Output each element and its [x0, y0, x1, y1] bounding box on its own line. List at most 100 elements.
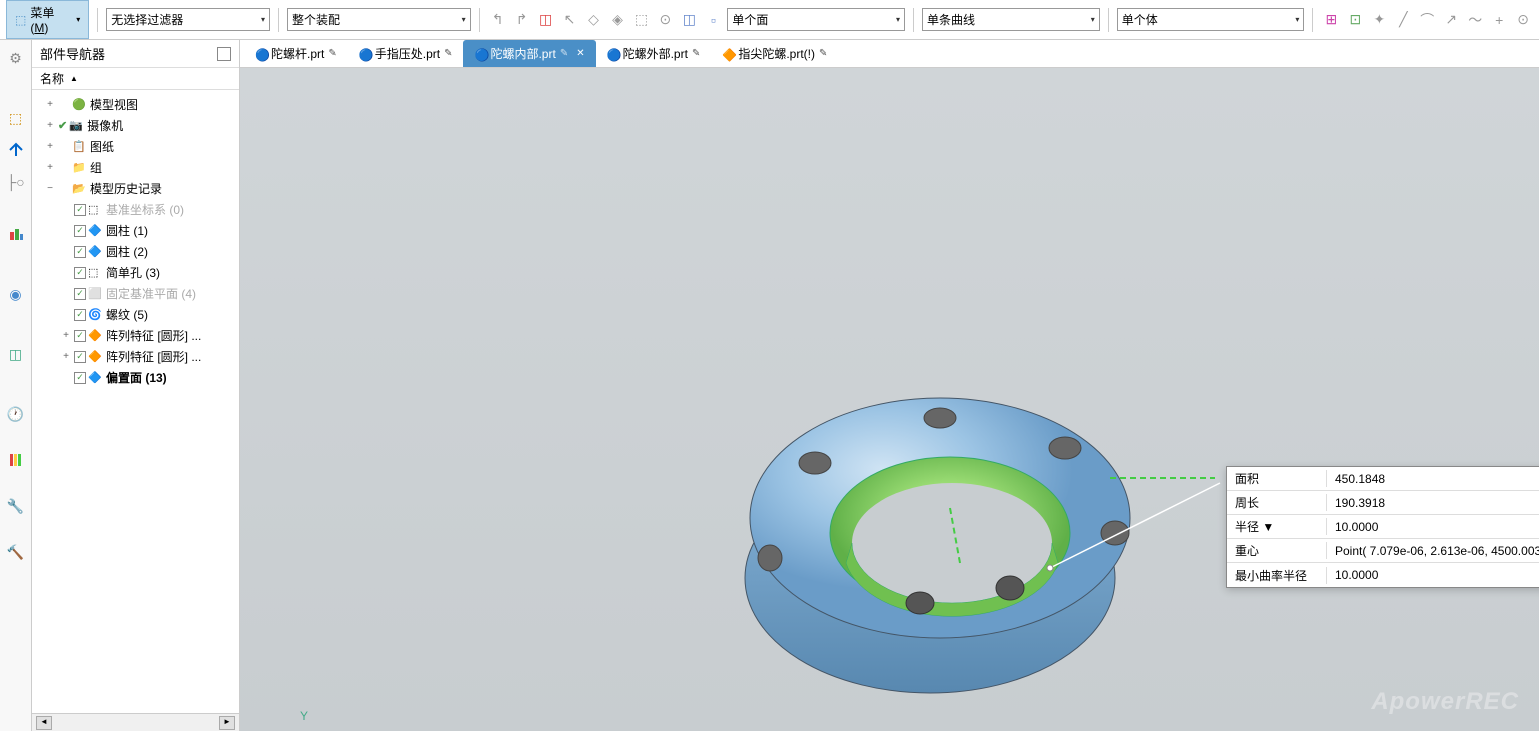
item-icon: 🔷: [88, 245, 102, 259]
tool-icon-3[interactable]: ◫: [536, 10, 556, 30]
settings-icon[interactable]: ⚙: [6, 48, 26, 68]
nav-icon-10[interactable]: 🔨: [6, 542, 26, 562]
face-dropdown[interactable]: 单个面 ▾: [727, 8, 905, 31]
nav-icon-1[interactable]: ⬚: [6, 108, 26, 128]
tab[interactable]: 🔵陀螺杆.prt✎: [244, 40, 348, 67]
tab-label: 手指压处.prt: [375, 45, 440, 62]
expand-icon[interactable]: +: [44, 162, 56, 173]
body-dropdown[interactable]: 单个体 ▾: [1117, 8, 1305, 31]
nav-icon-2[interactable]: [6, 140, 26, 160]
checkbox[interactable]: ✓: [74, 330, 86, 342]
navigator-panel: 部件导航器 名称 ▲ +🟢模型视图+✔📷摄像机+📋图纸+📁组−📂模型历史记录✓⬚…: [32, 40, 240, 731]
tool-icon-7[interactable]: ⬚: [631, 10, 651, 30]
tree-item[interactable]: ✓🔷 偏置面 (13): [32, 367, 239, 388]
tree-label: 阵列特征 [圆形] ...: [106, 327, 201, 344]
column-header[interactable]: 名称 ▲: [32, 68, 239, 90]
left-toolbar: ⚙ ⬚ ├○ ◉ ◫ 🕐 🔧 🔨: [0, 40, 32, 731]
tool-icon-2[interactable]: ↱: [512, 10, 532, 30]
viewport-3d[interactable]: 面积450.1848mm²⊞⇲周长190.3918mm⊞⇲半径 ▼10.0000…: [240, 68, 1539, 731]
tool-icon-9[interactable]: ◫: [679, 10, 699, 30]
sketch-icon-2[interactable]: ⊡: [1345, 10, 1365, 30]
assembly-dropdown[interactable]: 整个装配 ▾: [287, 8, 471, 31]
file-icon: 🔵: [607, 48, 619, 60]
sketch-icon-5[interactable]: ⌒: [1417, 10, 1437, 30]
tool-icon-8[interactable]: ⊙: [655, 10, 675, 30]
scroll-right[interactable]: ►: [219, 716, 235, 730]
tree-label: 螺纹 (5): [106, 306, 148, 323]
tool-icon-4[interactable]: ↖: [560, 10, 580, 30]
tab[interactable]: 🔶指尖陀螺.prt(!)✎: [711, 40, 838, 67]
tree-label: 圆柱 (2): [106, 243, 148, 260]
tree-label: 偏置面 (13): [106, 369, 167, 386]
sketch-icon-7[interactable]: 〜: [1465, 10, 1485, 30]
tree-item[interactable]: ✓🔷圆柱 (1): [32, 220, 239, 241]
expand-icon[interactable]: −: [44, 183, 56, 194]
checkbox[interactable]: ✓: [74, 267, 86, 279]
nav-icon-7[interactable]: 🕐: [6, 404, 26, 424]
divider: [97, 8, 98, 32]
tree-item[interactable]: + 📁 组: [32, 157, 239, 178]
nav-icon-5[interactable]: ◉: [6, 284, 26, 304]
tab[interactable]: 🔵手指压处.prt✎: [348, 40, 464, 67]
tool-icon-10[interactable]: ▫: [703, 10, 723, 30]
chevron-down-icon: ▾: [76, 15, 80, 24]
sketch-icon-6[interactable]: ↗: [1441, 10, 1461, 30]
tree-item[interactable]: ✓🌀螺纹 (5): [32, 304, 239, 325]
checkbox[interactable]: ✓: [74, 351, 86, 363]
tree-item[interactable]: +🟢模型视图: [32, 94, 239, 115]
check-icon: ✔: [58, 119, 67, 132]
checkbox[interactable]: ✓: [74, 225, 86, 237]
expand-icon[interactable]: +: [44, 120, 56, 131]
item-icon: 🔶: [88, 329, 102, 343]
close-icon[interactable]: ✕: [576, 48, 584, 59]
tree-item[interactable]: ✓🔷 圆柱 (2): [32, 241, 239, 262]
nav-icon-9[interactable]: 🔧: [6, 496, 26, 516]
tree-item[interactable]: ✓⬚基准坐标系 (0): [32, 199, 239, 220]
sketch-icon-4[interactable]: ╱: [1393, 10, 1413, 30]
menu-button[interactable]: ⬚ 菜单(M) ▾: [6, 0, 89, 39]
expand-icon[interactable]: +: [44, 99, 56, 110]
tool-icon-5[interactable]: ◇: [584, 10, 604, 30]
tool-icon-6[interactable]: ◈: [608, 10, 628, 30]
expand-icon[interactable]: +: [60, 330, 72, 341]
tree-item[interactable]: +✓🔶 阵列特征 [圆形] ...: [32, 325, 239, 346]
item-icon: 📂: [72, 182, 86, 196]
item-icon: 🔷: [88, 371, 102, 385]
tree-item[interactable]: −📂模型历史记录: [32, 178, 239, 199]
nav-icon-8[interactable]: [6, 450, 26, 470]
tree-label: 基准坐标系 (0): [106, 201, 184, 218]
tab[interactable]: 🔵陀螺内部.prt✎✕: [463, 40, 595, 67]
info-row: 半径 ▼10.0000mm⊞⇲: [1227, 515, 1539, 539]
sketch-icon-8[interactable]: +: [1489, 10, 1509, 30]
nav-icon-4[interactable]: [6, 224, 26, 244]
tree-item[interactable]: +✓🔶阵列特征 [圆形] ...: [32, 346, 239, 367]
tree-item[interactable]: +✔📷摄像机: [32, 115, 239, 136]
expand-icon[interactable]: +: [60, 351, 72, 362]
tree-label: 组: [90, 159, 102, 176]
filter-dropdown[interactable]: 无选择过滤器 ▾: [106, 8, 270, 31]
scroll-left[interactable]: ◄: [36, 716, 52, 730]
curve-dropdown[interactable]: 单条曲线 ▾: [922, 8, 1100, 31]
checkbox[interactable]: ✓: [74, 288, 86, 300]
tab[interactable]: 🔵陀螺外部.prt✎: [596, 40, 712, 67]
tree-item[interactable]: ✓⬚简单孔 (3): [32, 262, 239, 283]
item-icon: ⬚: [88, 266, 102, 280]
sketch-icon-9[interactable]: ⊙: [1513, 10, 1533, 30]
checkbox[interactable]: ✓: [74, 309, 86, 321]
nav-scrollbar[interactable]: ◄ ►: [32, 713, 239, 731]
nav-icon-6[interactable]: ◫: [6, 344, 26, 364]
checkbox[interactable]: ✓: [74, 372, 86, 384]
sketch-icon-1[interactable]: ⊞: [1321, 10, 1341, 30]
tool-icon-1[interactable]: ↰: [488, 10, 508, 30]
sketch-icon-3[interactable]: ✦: [1369, 10, 1389, 30]
checkbox[interactable]: ✓: [74, 204, 86, 216]
checkbox[interactable]: ✓: [74, 246, 86, 258]
nav-icon-3[interactable]: ├○: [6, 172, 26, 192]
expand-icon[interactable]: +: [44, 141, 56, 152]
tree-item[interactable]: ✓⬜固定基准平面 (4): [32, 283, 239, 304]
nav-tree: +🟢模型视图+✔📷摄像机+📋图纸+📁组−📂模型历史记录✓⬚基准坐标系 (0)✓🔷…: [32, 90, 239, 713]
item-icon: 📁: [72, 161, 86, 175]
tree-label: 圆柱 (1): [106, 222, 148, 239]
tree-item[interactable]: +📋图纸: [32, 136, 239, 157]
pin-icon[interactable]: [217, 47, 231, 61]
